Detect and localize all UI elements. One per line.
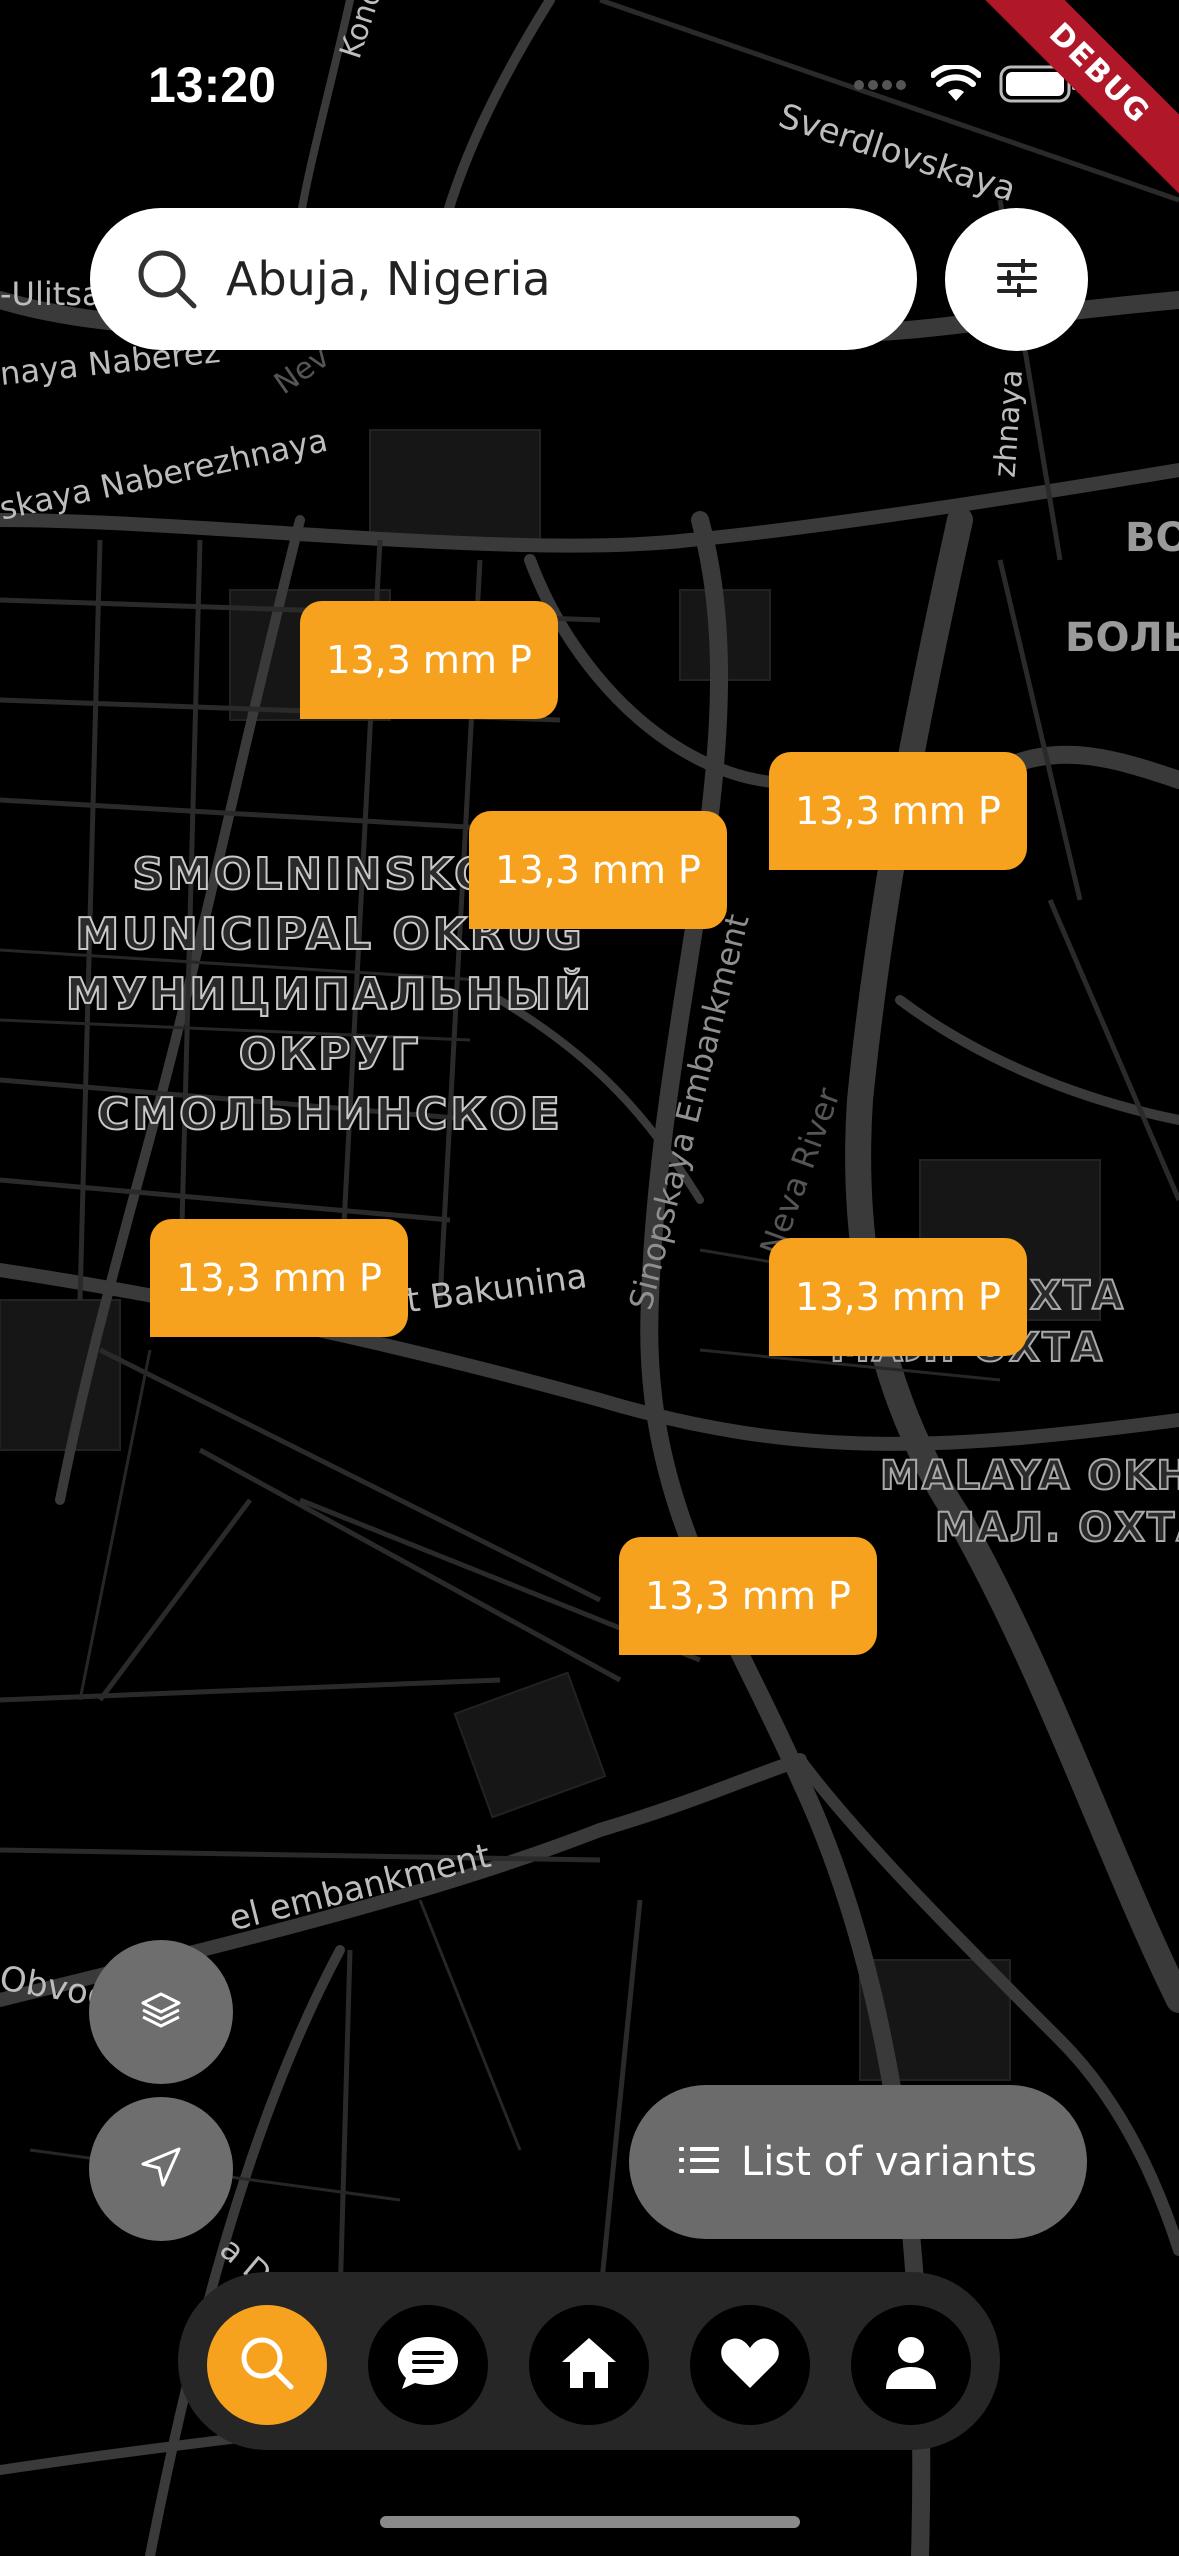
price-marker[interactable]: 13,3 mm P [769, 1238, 1027, 1356]
filter-button[interactable] [945, 208, 1088, 351]
navigation-arrow-icon [139, 2145, 183, 2193]
price-marker[interactable]: 13,3 mm P [469, 811, 727, 929]
chat-icon [396, 2333, 460, 2397]
sliders-icon [996, 256, 1037, 301]
list-icon [678, 2139, 719, 2185]
search-input[interactable]: Abuja, Nigeria [226, 252, 551, 306]
district-label: БОЛЬ [1065, 615, 1179, 661]
price-marker[interactable]: 13,3 mm P [300, 601, 558, 719]
nav-favorites[interactable] [690, 2305, 810, 2425]
profile-icon [884, 2335, 938, 2395]
status-time: 13:20 [148, 57, 276, 113]
signal-icon [853, 77, 913, 96]
search-icon [132, 244, 202, 314]
district-label: ВО [1125, 515, 1179, 561]
district-line: МАЛ. ОХТА [934, 1504, 1179, 1552]
district-line: СМОЛЬНИНСКОЕ [96, 1088, 563, 1141]
nav-chat[interactable] [368, 2305, 488, 2425]
layers-button[interactable] [89, 1940, 233, 2084]
price-marker[interactable]: 13,3 mm P [150, 1219, 408, 1337]
search-icon [237, 2333, 297, 2397]
nav-profile[interactable] [851, 2305, 971, 2425]
my-location-button[interactable] [89, 2097, 233, 2241]
list-of-variants-button[interactable]: List of variants [629, 2085, 1087, 2239]
district-line: ОКРУГ [238, 1028, 422, 1081]
wifi-icon [930, 63, 982, 107]
heart-icon [720, 2336, 780, 2394]
status-icons [853, 63, 1079, 108]
nav-search[interactable] [207, 2305, 327, 2425]
district-label-malaya-okhta: MALAYA OKH МАЛ. ОХТА [879, 1450, 1179, 1554]
district-line: МУНИЦИПАЛЬНЫЙ [65, 968, 595, 1021]
district-line: MALAYA OKH [879, 1452, 1179, 1500]
price-marker[interactable]: 13,3 mm P [619, 1537, 877, 1655]
layers-icon [139, 1988, 183, 2036]
home-indicator [380, 2516, 800, 2528]
list-of-variants-label: List of variants [740, 2139, 1038, 2185]
home-icon [560, 2336, 618, 2394]
street-label: -Ulitsa [0, 275, 102, 313]
nav-home[interactable] [529, 2305, 649, 2425]
search-bar[interactable]: Abuja, Nigeria [90, 208, 917, 350]
price-marker[interactable]: 13,3 mm P [769, 752, 1027, 870]
